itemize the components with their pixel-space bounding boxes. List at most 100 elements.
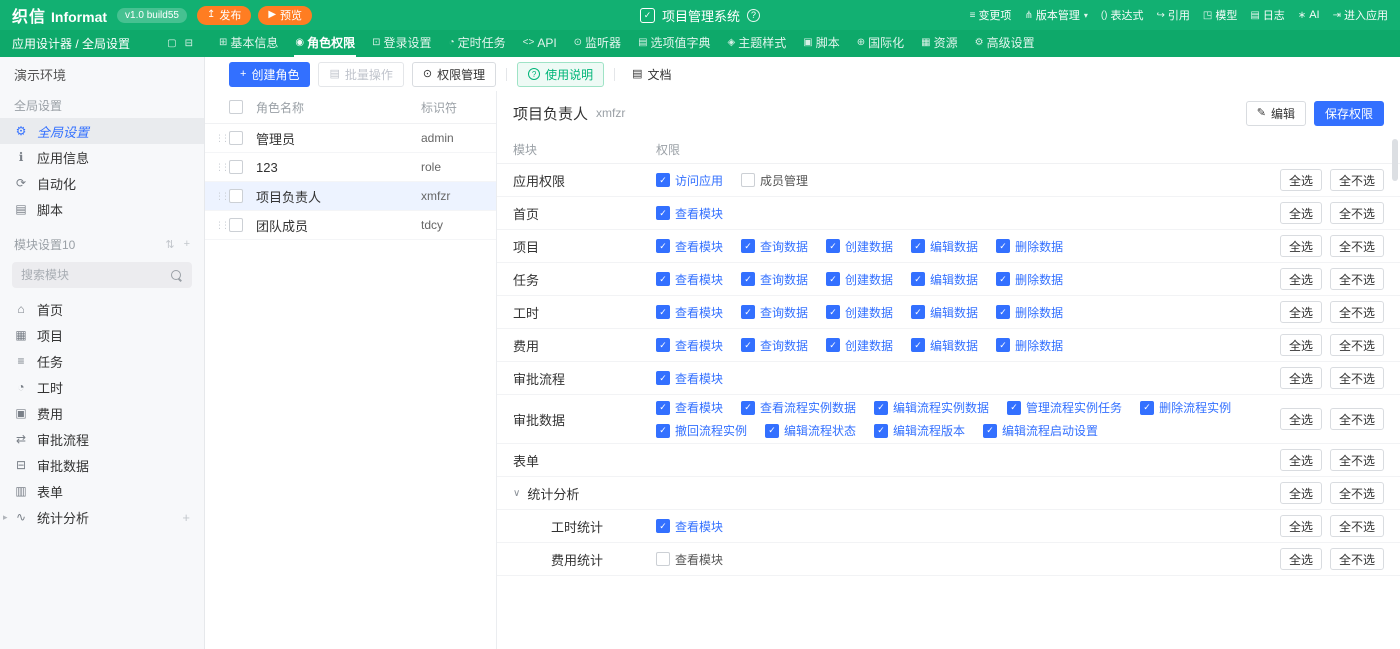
environment-selector[interactable]: 演示环境 xyxy=(0,57,204,91)
sidebar-module-1[interactable]: ▦ 项目 xyxy=(0,322,204,348)
permission-checkbox[interactable]: ✓ 查看模块 xyxy=(656,205,723,222)
select-all-button[interactable]: 全选 xyxy=(1279,268,1322,290)
checkbox-checked-icon[interactable]: ✓ xyxy=(656,371,670,385)
sidebar-item-0[interactable]: ⚙ 全局设置 xyxy=(0,118,204,144)
permission-checkbox[interactable]: ✓ 查询数据 xyxy=(741,304,808,321)
topbar-action-1[interactable]: ⋔ 版本管理 ▾ xyxy=(1024,7,1087,23)
create-role-button[interactable]: + 创建角色 xyxy=(229,61,311,87)
sidebar-module-2[interactable]: ≡ 任务 xyxy=(0,348,204,374)
select-all-button[interactable]: 全选 xyxy=(1279,482,1322,504)
checkbox-checked-icon[interactable]: ✓ xyxy=(874,423,889,438)
permission-checkbox[interactable]: ✓ 创建数据 xyxy=(826,304,893,321)
sidebar-item-2[interactable]: ⟳ 自动化 xyxy=(0,170,204,196)
help-icon[interactable]: ? xyxy=(747,8,761,22)
permission-checkbox[interactable]: ✓ 编辑数据 xyxy=(911,337,978,354)
select-all-button[interactable]: 全选 xyxy=(1279,202,1322,224)
checkbox-checked-icon[interactable]: ✓ xyxy=(765,423,780,438)
drag-handle-icon[interactable]: ⋮⋮ xyxy=(213,133,230,144)
permission-checkbox[interactable]: ✓ 查询数据 xyxy=(741,337,808,354)
permission-checkbox[interactable]: ✓ 编辑流程状态 xyxy=(765,422,856,439)
select-none-button[interactable]: 全不选 xyxy=(1329,482,1384,504)
permission-checkbox[interactable]: ✓ 编辑流程启动设置 xyxy=(983,422,1098,439)
select-none-button[interactable]: 全不选 xyxy=(1329,334,1384,356)
checkbox-unchecked-icon[interactable] xyxy=(656,552,670,566)
checkbox-checked-icon[interactable]: ✓ xyxy=(911,272,926,286)
checkbox-checked-icon[interactable]: ✓ xyxy=(741,239,756,253)
tab-6[interactable]: ▤ 选项值字典 xyxy=(637,30,711,57)
save-permissions-button[interactable]: 保存权限 xyxy=(1313,100,1384,126)
chevron-down-icon[interactable]: ∨ xyxy=(513,488,520,499)
sidebar-module-8[interactable]: ▸ ∿ 统计分析 + xyxy=(0,504,204,530)
search-input[interactable] xyxy=(21,268,170,282)
checkbox-checked-icon[interactable]: ✓ xyxy=(656,206,670,220)
checkbox-checked-icon[interactable]: ✓ xyxy=(656,272,670,286)
checkbox-checked-icon[interactable]: ✓ xyxy=(826,272,841,286)
select-all-button[interactable]: 全选 xyxy=(1279,367,1322,389)
permission-checkbox[interactable]: ✓ 管理流程实例任务 xyxy=(1007,399,1122,416)
select-none-button[interactable]: 全不选 xyxy=(1329,367,1384,389)
permission-checkbox[interactable]: 成员管理 xyxy=(741,172,808,189)
checkbox-checked-icon[interactable]: ✓ xyxy=(826,305,841,319)
tab-3[interactable]: ◔ 定时任务 xyxy=(448,30,507,57)
role-row[interactable]: ⋮⋮ 管理员 admin xyxy=(205,124,496,153)
drag-handle-icon[interactable]: ⋮⋮ xyxy=(213,191,230,202)
tab-4[interactable]: <> API xyxy=(522,30,558,57)
tab-11[interactable]: ⚙ 高级设置 xyxy=(974,30,1036,57)
drag-handle-icon[interactable]: ⋮⋮ xyxy=(213,220,230,231)
checkbox-checked-icon[interactable]: ✓ xyxy=(874,400,889,415)
select-all-button[interactable]: 全选 xyxy=(1279,449,1322,471)
select-none-button[interactable]: 全不选 xyxy=(1329,202,1384,224)
add-module-icon[interactable]: + xyxy=(184,238,190,251)
select-none-button[interactable]: 全不选 xyxy=(1329,449,1384,471)
sidebar-module-7[interactable]: ▥ 表单 xyxy=(0,478,204,504)
permission-checkbox[interactable]: ✓ 删除数据 xyxy=(996,337,1063,354)
permission-checkbox[interactable]: ✓ 查询数据 xyxy=(741,238,808,255)
tab-8[interactable]: ▣ 脚本 xyxy=(802,30,840,57)
select-all-button[interactable]: 全选 xyxy=(1279,235,1322,257)
publish-button[interactable]: ↥ 发布 xyxy=(196,5,252,25)
tab-5[interactable]: ⊙ 监听器 xyxy=(573,30,622,57)
tab-1[interactable]: ◉ 角色权限 xyxy=(294,30,357,57)
checkbox-checked-icon[interactable]: ✓ xyxy=(656,423,670,438)
batch-actions-button[interactable]: ▤ 批量操作 xyxy=(318,61,404,87)
checkbox-checked-icon[interactable]: ✓ xyxy=(656,239,670,253)
checkbox-checked-icon[interactable]: ✓ xyxy=(656,400,670,415)
permission-checkbox[interactable]: 查看模块 xyxy=(656,551,723,568)
role-row[interactable]: ⋮⋮ 123 role xyxy=(205,153,496,182)
tab-0[interactable]: ⊞ 基本信息 xyxy=(218,30,279,57)
tab-9[interactable]: ⊕ 国际化 xyxy=(856,30,905,57)
permission-checkbox[interactable]: ✓ 访问应用 xyxy=(656,172,723,189)
checkbox-unchecked-icon[interactable] xyxy=(741,173,756,187)
permission-checkbox[interactable]: ✓ 查看模块 xyxy=(656,271,723,288)
checkbox-checked-icon[interactable]: ✓ xyxy=(996,305,1011,319)
sidebar-module-0[interactable]: ⌂ 首页 xyxy=(0,296,204,322)
tab-7[interactable]: ◈ 主题样式 xyxy=(727,30,788,57)
select-all-button[interactable]: 全选 xyxy=(1279,408,1322,430)
checkbox-checked-icon[interactable]: ✓ xyxy=(911,239,926,253)
permission-checkbox[interactable]: ✓ 查看流程实例数据 xyxy=(741,399,856,416)
sidebar-module-3[interactable]: ◔ 工时 xyxy=(0,374,204,400)
permission-checkbox[interactable]: ✓ 编辑数据 xyxy=(911,271,978,288)
select-none-button[interactable]: 全不选 xyxy=(1329,235,1384,257)
select-none-button[interactable]: 全不选 xyxy=(1329,548,1384,570)
drag-handle-icon[interactable]: ⋮⋮ xyxy=(213,162,230,173)
checkbox-checked-icon[interactable]: ✓ xyxy=(656,173,670,187)
permission-checkbox[interactable]: ✓ 查看模块 xyxy=(656,337,723,354)
row-checkbox[interactable] xyxy=(229,131,243,145)
permission-checkbox[interactable]: ✓ 查询数据 xyxy=(741,271,808,288)
checkbox-checked-icon[interactable]: ✓ xyxy=(996,239,1011,253)
tab-10[interactable]: ▦ 资源 xyxy=(920,30,958,57)
select-none-button[interactable]: 全不选 xyxy=(1329,268,1384,290)
select-all-button[interactable]: 全选 xyxy=(1279,334,1322,356)
select-all-checkbox[interactable] xyxy=(229,100,243,114)
permission-checkbox[interactable]: ✓ 删除数据 xyxy=(996,304,1063,321)
sidebar-module-6[interactable]: ⊟ 审批数据 xyxy=(0,452,204,478)
permission-checkbox[interactable]: ✓ 查看模块 xyxy=(656,304,723,321)
select-none-button[interactable]: 全不选 xyxy=(1329,515,1384,537)
permission-checkbox[interactable]: ✓ 删除流程实例 xyxy=(1140,399,1231,416)
permission-checkbox[interactable]: ✓ 查看模块 xyxy=(656,238,723,255)
permission-checkbox[interactable]: ✓ 创建数据 xyxy=(826,271,893,288)
sidebar-item-3[interactable]: ▤ 脚本 xyxy=(0,196,204,222)
select-all-button[interactable]: 全选 xyxy=(1279,548,1322,570)
layout-icon[interactable]: ⊟ xyxy=(185,38,193,49)
